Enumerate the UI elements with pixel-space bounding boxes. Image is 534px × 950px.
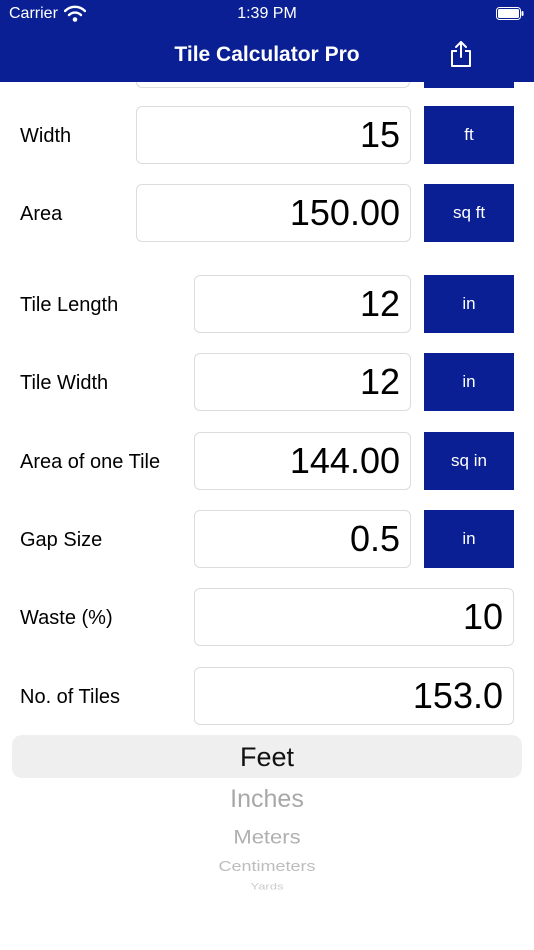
gap-size-unit-button[interactable]: in — [424, 510, 514, 568]
waste-row: Waste (%) 10 — [0, 588, 534, 648]
area-label: Area — [20, 203, 63, 225]
picker-option-meters[interactable]: Meters — [0, 825, 534, 848]
width-unit-button[interactable]: ft — [424, 106, 514, 164]
tile-length-unit-button[interactable]: in — [424, 275, 514, 333]
tile-area-unit-button[interactable]: sq in — [424, 432, 514, 490]
area-unit-button[interactable]: sq ft — [424, 184, 514, 242]
tile-width-label: Tile Width — [20, 372, 109, 394]
picker-option-feet[interactable]: Feet — [0, 742, 534, 773]
clock: 1:39 PM — [237, 5, 297, 22]
area-row: Area 150.00 sq ft — [0, 184, 534, 244]
navigation-bar: Carrier 1:39 PM Tile Calculator Pro — [0, 0, 534, 82]
tile-area-row: Area of one Tile 144.00 sq in — [0, 432, 534, 492]
tiles-row: No. of Tiles 153.0 — [0, 667, 534, 727]
battery-icon — [496, 7, 524, 20]
tile-area-field[interactable]: 144.00 — [194, 432, 411, 490]
width-row: Width 15 ft — [0, 106, 534, 166]
status-bar: Carrier 1:39 PM — [0, 0, 534, 28]
gap-size-label: Gap Size — [20, 529, 103, 551]
picker-option-inches[interactable]: Inches — [0, 785, 534, 814]
picker-option-centimeters[interactable]: Centimeters — [0, 858, 534, 875]
tile-length-label: Tile Length — [20, 294, 119, 316]
waste-field[interactable]: 10 — [194, 588, 514, 646]
tiles-label: No. of Tiles — [20, 686, 121, 708]
area-field[interactable]: 150.00 — [136, 184, 411, 242]
tile-length-field[interactable]: 12 — [194, 275, 411, 333]
width-label: Width — [20, 125, 72, 147]
picker-option-yards[interactable]: Yards — [0, 881, 534, 892]
tile-area-label: Area of one Tile — [20, 451, 161, 473]
gap-size-field[interactable]: 0.5 — [194, 510, 411, 568]
width-field[interactable]: 15 — [136, 106, 411, 164]
tile-length-row: Tile Length 12 in — [0, 275, 534, 335]
tile-width-unit-button[interactable]: in — [424, 353, 514, 411]
tile-width-row: Tile Width 12 in — [0, 353, 534, 413]
share-icon[interactable] — [449, 40, 473, 68]
tiles-field[interactable]: 153.0 — [194, 667, 514, 725]
waste-label: Waste (%) — [20, 607, 113, 629]
tile-width-field[interactable]: 12 — [194, 353, 411, 411]
gap-size-row: Gap Size 0.5 in — [0, 510, 534, 570]
length-unit-button-partial[interactable] — [424, 82, 514, 88]
